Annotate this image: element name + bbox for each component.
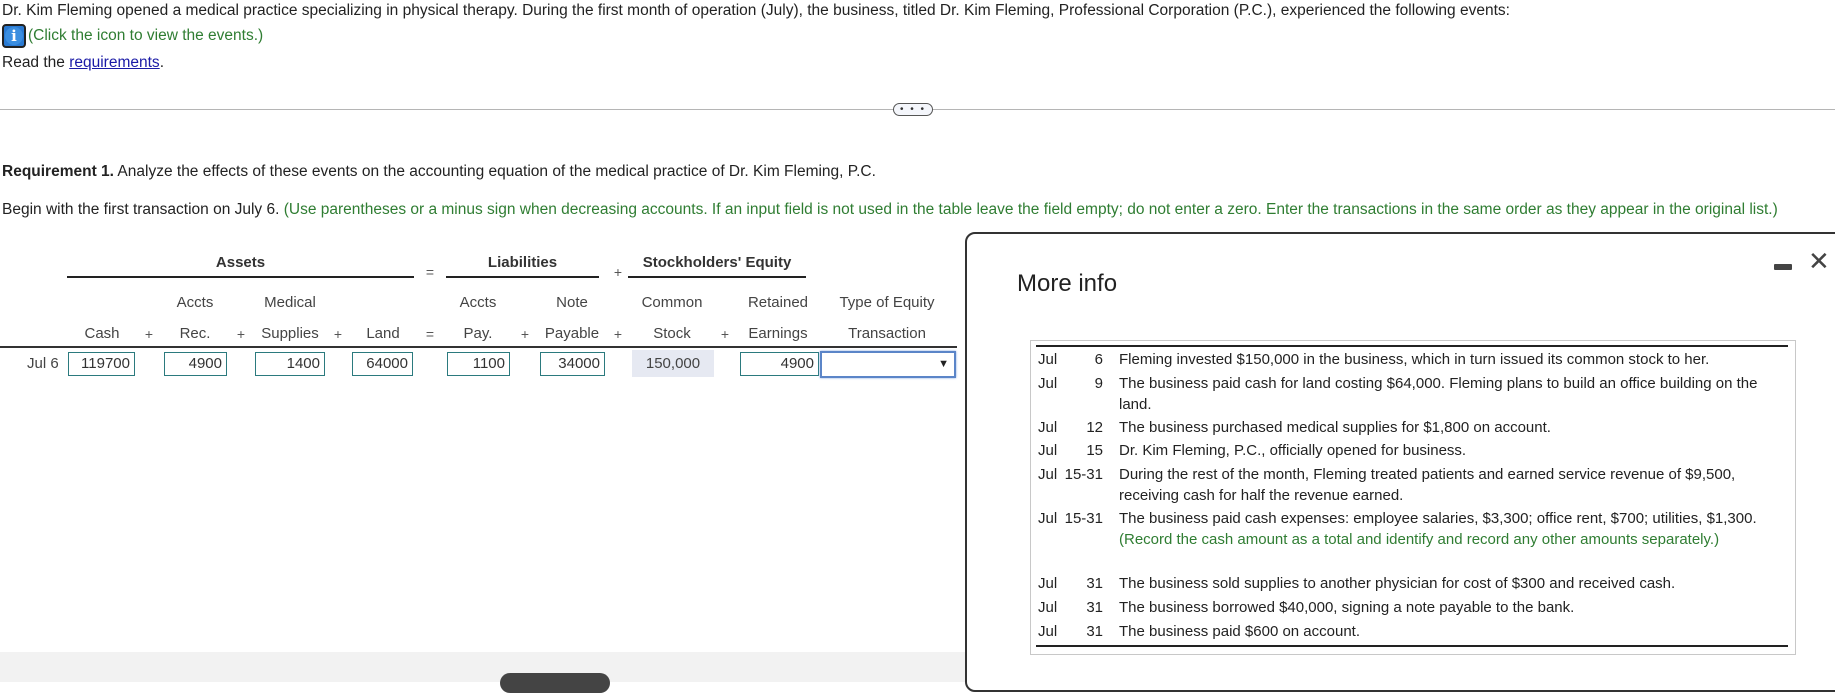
liabilities-underline [446,276,599,278]
info-hint: (Click the icon to view the events.) [28,27,264,44]
event-day: 31 [1086,575,1103,592]
event-text: The business purchased medical supplies … [1119,419,1551,436]
plus-operator: + [613,326,623,342]
event-text: The business paid $600 on account. [1119,623,1361,640]
assets-underline [67,276,414,278]
event-text: During the rest of the month, Fleming tr… [1119,466,1736,504]
type-of-equity-select[interactable]: ▼ [820,351,956,378]
cash-input[interactable]: 119700 [68,352,135,376]
event-text: The business sold supplies to another ph… [1119,575,1676,592]
event-text: Dr. Kim Fleming, P.C., officially opened… [1119,442,1467,459]
events-bottom-rule [1036,645,1788,647]
col-common-stock-line1: Common [641,294,703,311]
plus-operator: + [236,326,246,342]
event-day: 6 [1094,351,1103,368]
event-day: 15-31 [1064,510,1103,527]
col-medical-supplies: Supplies [261,325,319,342]
events-top-rule [1036,345,1788,347]
plus-operator: + [520,326,530,342]
event-item: Jul 31 The business sold supplies to ano… [1038,573,1788,594]
event-note: (Record the cash amount as a total and i… [1119,531,1720,548]
land-input[interactable]: 64000 [352,352,413,376]
requirement-text: Analyze the effects of these events on t… [113,163,876,180]
table-header-rule [0,346,957,348]
plus-operator: + [613,264,623,280]
col-retained-earnings: Earnings [748,325,808,342]
col-cash: Cash [84,325,120,342]
col-accts-pay: Pay. [463,325,493,342]
medical-supplies-input[interactable]: 1400 [255,352,325,376]
read-requirements-line: Read the requirements. [2,54,164,72]
bottom-action-pill[interactable] [500,673,610,693]
col-accts-rec-line1: Accts [176,294,214,311]
col-land: Land [366,325,400,342]
event-item: Jul 31 The business paid $600 on account… [1038,621,1788,642]
event-item: Jul 9 The business paid cash for land co… [1038,373,1788,415]
begin-text: Begin with the first transaction on July… [2,201,284,218]
info-row: i (Click the icon to view the events.) [2,24,263,48]
dropdown-arrow-icon: ▼ [938,358,949,370]
col-retained-earnings-line1: Retained [747,294,809,311]
col-accts-rec: Rec. [179,325,211,342]
begin-instructions: Begin with the first transaction on July… [2,200,1832,220]
equity-underline [628,276,806,278]
problem-intro: Dr. Kim Fleming opened a medical practic… [2,2,1510,19]
equals-operator: = [425,326,435,342]
event-day: 31 [1086,599,1103,616]
event-text: Fleming invested $150,000 in the busines… [1119,351,1710,368]
col-common-stock: Stock [653,325,691,342]
event-day: 15-31 [1064,466,1103,483]
event-day: 15 [1086,442,1103,459]
event-item: Jul 15-31 During the rest of the month, … [1038,464,1788,506]
event-text-wrap: The business paid cash expenses: employe… [1119,508,1788,550]
event-item: Jul 12 The business purchased medical su… [1038,417,1788,438]
event-text: The business borrowed $40,000, signing a… [1119,599,1575,616]
expand-ellipsis-button[interactable]: • • • [893,103,933,116]
retained-earnings-input[interactable]: 4900 [740,352,819,376]
event-day: 31 [1086,623,1103,640]
col-type-equity-line1: Type of Equity [839,294,935,311]
liabilities-header: Liabilities [487,254,558,271]
instruction-note: (Use parentheses or a minus sign when de… [283,201,1778,218]
col-medical-supplies-line1: Medical [264,294,316,311]
assets-header: Assets [215,254,266,271]
common-stock-value: 150,000 [632,350,714,377]
info-icon[interactable]: i [2,24,26,48]
event-item: Jul 15-31 The business paid cash expense… [1038,508,1788,550]
read-prefix: Read the [2,54,70,71]
note-payable-input[interactable]: 34000 [540,352,605,376]
equity-header: Stockholders' Equity [642,254,792,271]
col-type-equity: Transaction [848,325,926,342]
col-note-payable-line1: Note [556,294,588,311]
col-note-payable: Payable [544,325,600,342]
event-text: The business paid cash expenses: employe… [1119,510,1757,527]
read-suffix: . [159,54,164,71]
minimize-icon[interactable] [1774,264,1792,270]
equals-operator: = [425,264,435,280]
event-item: Jul 31 The business borrowed $40,000, si… [1038,597,1788,618]
col-accts-pay-line1: Accts [459,294,497,311]
event-day: 12 [1086,419,1103,436]
accts-rec-input[interactable]: 4900 [164,352,227,376]
event-item: Jul 6 Fleming invested $150,000 in the b… [1038,349,1788,370]
row-label-jul6: Jul 6 [27,355,59,372]
requirement-label: Requirement 1. [2,163,114,180]
close-icon[interactable]: ✕ [1808,248,1830,274]
requirement-heading: Requirement 1. Analyze the effects of th… [2,163,876,181]
plus-operator: + [720,326,730,342]
event-day: 9 [1094,375,1103,392]
modal-title: More info [1017,270,1118,297]
event-item: Jul 15 Dr. Kim Fleming, P.C., officially… [1038,440,1788,461]
accts-pay-input[interactable]: 1100 [447,352,510,376]
event-text: The business paid cash for land costing … [1119,375,1758,413]
requirements-link[interactable]: requirements [69,54,159,71]
